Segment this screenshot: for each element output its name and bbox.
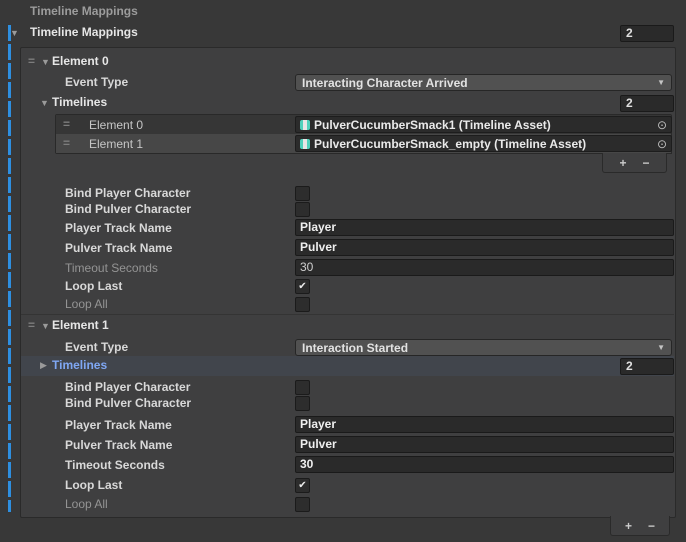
element1-pulver-track-input[interactable]: Pulver [295, 436, 674, 453]
element1-title[interactable]: Element 1 [52, 318, 109, 332]
element0-event-type-value: Interacting Character Arrived [302, 76, 468, 90]
element0-player-track-label: Player Track Name [65, 221, 172, 235]
element0-pulver-track-input[interactable]: Pulver [295, 239, 674, 256]
object-picker-icon[interactable]: ⊙ [657, 118, 667, 132]
element0-bind-player-checkbox[interactable] [295, 186, 310, 201]
element1-pulver-track-label: Pulver Track Name [65, 438, 172, 452]
element1-event-type-label: Event Type [65, 340, 128, 354]
element0-bind-pulver-label: Bind Pulver Character [65, 202, 191, 216]
check-icon: ✔ [298, 282, 306, 292]
timelines-item1-object-value: PulverCucumberSmack_empty (Timeline Asse… [314, 137, 586, 151]
element1-event-type-value: Interaction Started [302, 341, 408, 355]
timeline-asset-icon [300, 120, 310, 130]
element1-loop-last-label: Loop Last [65, 478, 122, 492]
element1-timeout-label: Timeout Seconds [65, 458, 165, 472]
script-property-label: Timeline Mappings [30, 4, 138, 18]
check-icon: ✔ [298, 481, 306, 491]
timelines-list-row[interactable]: = Element 1 PulverCucumberSmack_empty (T… [56, 134, 671, 153]
dropdown-caret-icon: ▼ [657, 343, 665, 352]
element1-foldout-triangle-icon[interactable]: ▼ [41, 322, 50, 331]
element0-foldout-triangle-icon[interactable]: ▼ [41, 58, 50, 67]
timelines-item1-label: Element 1 [89, 137, 143, 151]
element0-timelines-title[interactable]: Timelines [52, 95, 107, 109]
element1-timeout-input[interactable]: 30 [295, 456, 674, 473]
element1-timelines-foldout-triangle-icon[interactable]: ▶ [40, 361, 47, 370]
element0-title[interactable]: Element 0 [52, 54, 109, 68]
element1-player-track-input[interactable]: Player [295, 416, 674, 433]
element0-drag-handle-icon[interactable]: = [28, 54, 34, 68]
element1-bind-pulver-checkbox[interactable] [295, 396, 310, 411]
element0-loop-all-label: Loop All [65, 297, 108, 311]
root-foldout-title[interactable]: Timeline Mappings [30, 25, 138, 39]
element1-bind-player-checkbox[interactable] [295, 380, 310, 395]
element0-pulver-track-label: Pulver Track Name [65, 241, 172, 255]
dropdown-caret-icon: ▼ [657, 78, 665, 87]
element1-timelines-selected-row[interactable] [21, 356, 674, 376]
timelines-item0-label: Element 0 [89, 118, 143, 132]
timelines-item0-drag-handle-icon[interactable]: = [63, 117, 69, 131]
remove-element-button[interactable]: − [643, 156, 650, 170]
timelines-list-footer: + − [602, 153, 667, 173]
element0-timelines-list-box: = Element 0 PulverCucumberSmack1 (Timeli… [55, 114, 672, 154]
timelines-item1-drag-handle-icon[interactable]: = [63, 136, 69, 150]
element1-event-type-dropdown[interactable]: Interaction Started ▼ [295, 339, 672, 356]
add-mapping-button[interactable]: + [625, 519, 632, 533]
element0-bind-pulver-checkbox[interactable] [295, 202, 310, 217]
element1-bind-pulver-label: Bind Pulver Character [65, 396, 191, 410]
timelines-item1-object-field[interactable]: PulverCucumberSmack_empty (Timeline Asse… [295, 135, 672, 152]
timelines-list-row[interactable]: = Element 0 PulverCucumberSmack1 (Timeli… [56, 115, 671, 134]
element1-timelines-size-field[interactable]: 2 [620, 358, 674, 375]
element1-loop-all-label: Loop All [65, 497, 108, 511]
add-element-button[interactable]: + [619, 156, 626, 170]
element0-loop-last-label: Loop Last [65, 279, 122, 293]
root-list-size-field[interactable]: 2 [620, 25, 674, 42]
prefab-override-stripe [8, 25, 11, 512]
element0-event-type-label: Event Type [65, 75, 128, 89]
remove-mapping-button[interactable]: − [648, 519, 655, 533]
element1-timelines-title[interactable]: Timelines [52, 358, 107, 372]
element1-bind-player-label: Bind Player Character [65, 380, 190, 394]
element0-player-track-input[interactable]: Player [295, 219, 674, 236]
element0-event-type-dropdown[interactable]: Interacting Character Arrived ▼ [295, 74, 672, 91]
element0-loop-all-checkbox[interactable] [295, 297, 310, 312]
timeline-asset-icon [300, 139, 310, 149]
element0-timelines-size-field[interactable]: 2 [620, 95, 674, 112]
timeline-mappings-list-footer: + − [610, 516, 670, 536]
element1-player-track-label: Player Track Name [65, 418, 172, 432]
object-picker-icon[interactable]: ⊙ [657, 137, 667, 151]
element-separator [21, 314, 674, 315]
inspector-panel: Timeline Mappings ▼ Timeline Mappings 2 … [0, 0, 686, 542]
element1-loop-last-checkbox[interactable]: ✔ [295, 478, 310, 493]
element0-loop-last-checkbox[interactable]: ✔ [295, 279, 310, 294]
element0-bind-player-label: Bind Player Character [65, 186, 190, 200]
element1-drag-handle-icon[interactable]: = [28, 318, 34, 332]
root-foldout-triangle-icon[interactable]: ▼ [10, 29, 19, 38]
element1-loop-all-checkbox[interactable] [295, 497, 310, 512]
element0-timeout-label: Timeout Seconds [65, 261, 158, 275]
element0-timelines-foldout-triangle-icon[interactable]: ▼ [40, 99, 49, 108]
timelines-item0-object-value: PulverCucumberSmack1 (Timeline Asset) [314, 118, 551, 132]
element0-timeout-input[interactable]: 30 [295, 259, 674, 276]
timelines-item0-object-field[interactable]: PulverCucumberSmack1 (Timeline Asset) ⊙ [295, 116, 672, 133]
